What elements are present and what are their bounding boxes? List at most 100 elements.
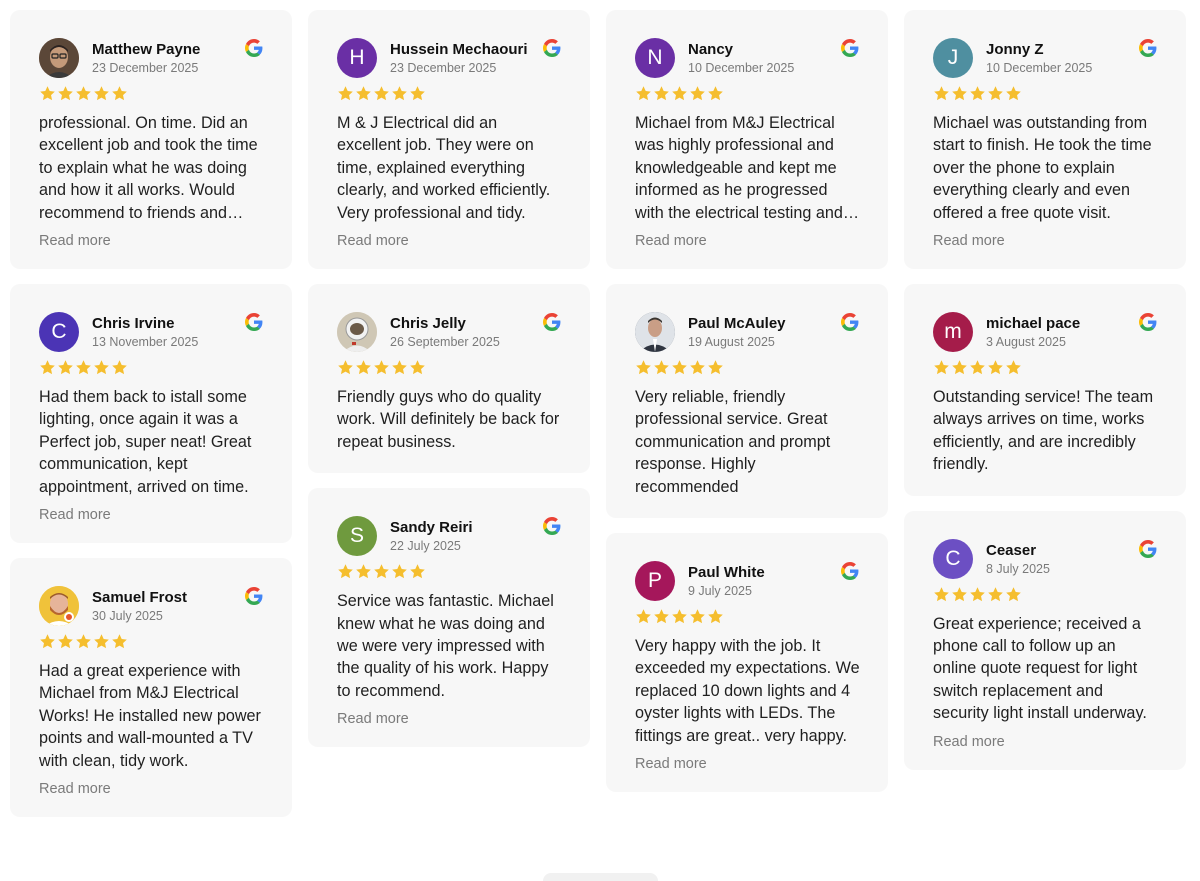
- review-date: 30 July 2025: [92, 609, 163, 624]
- google-icon: [543, 517, 561, 536]
- star-icon: [355, 359, 372, 376]
- read-more-link[interactable]: Read more: [337, 711, 562, 727]
- avatar: N: [635, 38, 675, 78]
- star-icon: [39, 359, 56, 376]
- review-date: 10 December 2025: [986, 61, 1093, 75]
- star-icon: [355, 563, 372, 580]
- star-icon: [689, 608, 706, 625]
- star-rating: [635, 608, 860, 626]
- review-card: S Sandy Reiri 22 July 2025 Service was fant…: [308, 488, 590, 748]
- review-header: J Jonny Z 10 December 2025: [933, 38, 1158, 78]
- review-date: 19 August 2025: [688, 335, 775, 350]
- reviews-column-3: N Nancy 10 December 2025 Michael from M&J E…: [606, 10, 888, 807]
- review-card: N Nancy 10 December 2025 Michael from M&J E…: [606, 10, 888, 270]
- star-icon: [635, 85, 652, 102]
- avatar: [337, 312, 377, 353]
- avatar-initial: C: [945, 546, 961, 570]
- star-icon: [969, 586, 986, 603]
- star-icon: [1005, 586, 1022, 603]
- avatar-initial: C: [51, 320, 67, 344]
- star-icon: [951, 85, 968, 102]
- star-icon: [355, 85, 372, 102]
- reviewer-name: Matthew Payne: [92, 41, 201, 58]
- review-card: H Hussein Mechaouri 23 December 2025 M & J …: [308, 10, 590, 270]
- review-header: S Sandy Reiri 22 July 2025: [337, 516, 562, 557]
- read-more-link[interactable]: Read more: [933, 734, 1158, 750]
- reviewer-name: Nancy: [688, 41, 734, 58]
- star-icon: [337, 85, 354, 102]
- avatar-initial: N: [647, 46, 663, 69]
- avatar: C: [39, 312, 79, 353]
- reviews-column-2: H Hussein Mechaouri 23 December 2025 M & J …: [308, 10, 590, 762]
- review-header: m michael pace 3 August 2025: [933, 312, 1158, 353]
- reviewer-name: Hussein Mechaouri: [390, 41, 528, 58]
- google-icon: [543, 313, 561, 332]
- star-rating: [337, 359, 562, 377]
- load-more-button[interactable]: [543, 873, 658, 881]
- star-icon: [93, 633, 110, 650]
- review-card: C Chris Irvine 13 November 2025 Had them ba…: [10, 284, 292, 544]
- review-header: C Ceaser 8 July 2025: [933, 538, 1158, 579]
- avatar: m: [933, 312, 973, 353]
- star-icon: [373, 85, 390, 102]
- reviewer-name: Paul White: [688, 564, 765, 582]
- star-icon: [373, 359, 390, 376]
- read-more-link[interactable]: Read more: [39, 233, 264, 249]
- star-icon: [75, 633, 92, 650]
- star-icon: [689, 85, 706, 102]
- google-icon: [543, 39, 561, 57]
- read-more-link[interactable]: Read more: [635, 756, 860, 772]
- star-icon: [409, 85, 426, 102]
- review-date: 3 August 2025: [986, 335, 1066, 350]
- star-rating: [39, 633, 264, 651]
- read-more-link[interactable]: Read more: [635, 233, 860, 249]
- star-icon: [39, 633, 56, 650]
- star-icon: [111, 85, 128, 102]
- star-rating: [39, 85, 264, 103]
- google-icon: [841, 562, 859, 581]
- star-rating: [933, 85, 1158, 103]
- review-text: Had a great experience with Michael from…: [39, 662, 261, 770]
- review-text: Had them back to istall some lighting, o…: [39, 388, 252, 496]
- star-icon: [707, 359, 724, 376]
- star-icon: [391, 563, 408, 580]
- avatar-initial: m: [944, 320, 962, 344]
- review-text: Great experience; received a phone call …: [933, 614, 1147, 723]
- star-icon: [75, 85, 92, 102]
- star-icon: [111, 359, 128, 376]
- read-more-link[interactable]: Read more: [337, 233, 562, 249]
- reviewer-name: Paul McAuley: [688, 315, 786, 333]
- star-icon: [933, 586, 950, 603]
- star-icon: [969, 359, 986, 376]
- star-icon: [933, 359, 950, 376]
- star-icon: [635, 608, 652, 625]
- star-icon: [671, 608, 688, 625]
- star-rating: [635, 85, 860, 103]
- star-icon: [653, 359, 670, 376]
- star-icon: [951, 359, 968, 376]
- read-more-link[interactable]: Read more: [39, 507, 264, 523]
- review-header: Matthew Payne 23 December 2025: [39, 38, 264, 78]
- star-rating: [933, 586, 1158, 604]
- google-icon: [1139, 313, 1157, 332]
- read-more-link[interactable]: Read more: [39, 781, 264, 797]
- star-icon: [409, 359, 426, 376]
- star-rating: [39, 359, 264, 377]
- google-icon: [245, 587, 263, 606]
- star-rating: [337, 85, 562, 103]
- review-card: m michael pace 3 August 2025 Outstanding se…: [904, 284, 1186, 496]
- reviews-column-4: J Jonny Z 10 December 2025 Michael was outs…: [904, 10, 1186, 785]
- star-icon: [1005, 85, 1022, 102]
- star-rating: [337, 563, 562, 581]
- review-date: 26 September 2025: [390, 335, 500, 350]
- review-text: Very reliable, friendly professional ser…: [635, 388, 831, 496]
- read-more-link[interactable]: Read more: [933, 233, 1158, 249]
- review-text: Service was fantastic. Michael knew what…: [337, 592, 554, 700]
- reviewer-name: Jonny Z: [986, 41, 1044, 58]
- star-icon: [75, 359, 92, 376]
- review-card: Chris Jelly 26 September 2025 Friendly guy…: [308, 284, 590, 474]
- star-icon: [409, 563, 426, 580]
- review-header: Samuel Frost 30 July 2025: [39, 586, 264, 627]
- review-card: C Ceaser 8 July 2025 Great experience; rece…: [904, 510, 1186, 770]
- review-date: 13 November 2025: [92, 335, 199, 350]
